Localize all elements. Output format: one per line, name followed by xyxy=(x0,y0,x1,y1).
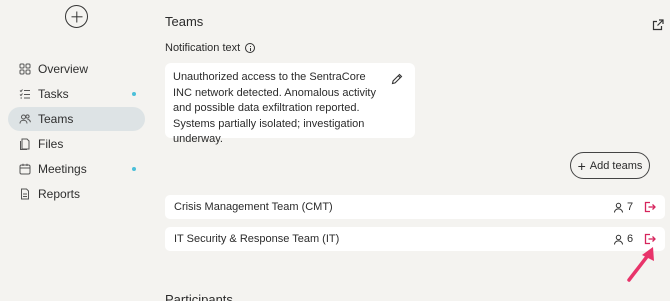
checklist-icon xyxy=(19,88,31,100)
team-row[interactable]: IT Security & Response Team (IT) 6 xyxy=(165,227,665,251)
page-title: Teams xyxy=(165,14,204,29)
files-icon xyxy=(19,138,31,150)
sidebar-item-label: Teams xyxy=(38,112,74,126)
team-name: IT Security & Response Team (IT) xyxy=(174,233,340,245)
notification-dot xyxy=(132,167,136,171)
people-icon xyxy=(19,113,31,125)
team-row[interactable]: Crisis Management Team (CMT) 7 xyxy=(165,195,665,219)
person-icon xyxy=(614,234,623,245)
main-content: Teams Notification text Unauthorized acc… xyxy=(165,0,670,301)
sidebar-item-reports[interactable]: Reports xyxy=(8,182,145,206)
open-external-icon[interactable] xyxy=(652,19,664,31)
sidebar-item-teams[interactable]: Teams xyxy=(8,107,145,131)
sidebar-item-label: Files xyxy=(38,137,64,151)
notification-text: Unauthorized access to the SentraCore IN… xyxy=(173,71,376,145)
plus-icon: + xyxy=(577,157,586,174)
calendar-icon xyxy=(19,163,31,175)
notification-dot xyxy=(132,92,136,96)
document-icon xyxy=(19,188,31,200)
sidebar-item-meetings[interactable]: Meetings xyxy=(8,157,145,181)
participants-heading: Participants xyxy=(165,292,233,301)
team-name: Crisis Management Team (CMT) xyxy=(174,201,333,213)
sidebar-item-label: Meetings xyxy=(38,162,87,176)
sidebar-item-files[interactable]: Files xyxy=(8,132,145,156)
sidebar-nav: Overview Tasks Teams Files Meetings Repo… xyxy=(8,57,145,207)
grid-icon xyxy=(19,63,31,75)
add-workspace-button[interactable] xyxy=(65,5,88,28)
member-count: 7 xyxy=(613,201,633,213)
sidebar-item-label: Overview xyxy=(38,62,89,76)
sidebar-item-overview[interactable]: Overview xyxy=(8,57,145,81)
leave-team-icon[interactable] xyxy=(644,201,656,213)
info-icon[interactable] xyxy=(245,43,256,53)
sidebar: Overview Tasks Teams Files Meetings Repo… xyxy=(0,0,152,301)
sidebar-item-label: Reports xyxy=(38,187,81,201)
annotation-arrow-icon xyxy=(627,247,654,282)
sidebar-item-tasks[interactable]: Tasks xyxy=(8,82,145,106)
notification-text-label: Notification text xyxy=(165,42,256,54)
add-teams-button[interactable]: + Add teams xyxy=(570,152,650,179)
pencil-icon[interactable] xyxy=(391,73,403,85)
sidebar-item-label: Tasks xyxy=(38,87,69,101)
person-icon xyxy=(614,202,623,213)
notification-card: Unauthorized access to the SentraCore IN… xyxy=(165,63,415,145)
